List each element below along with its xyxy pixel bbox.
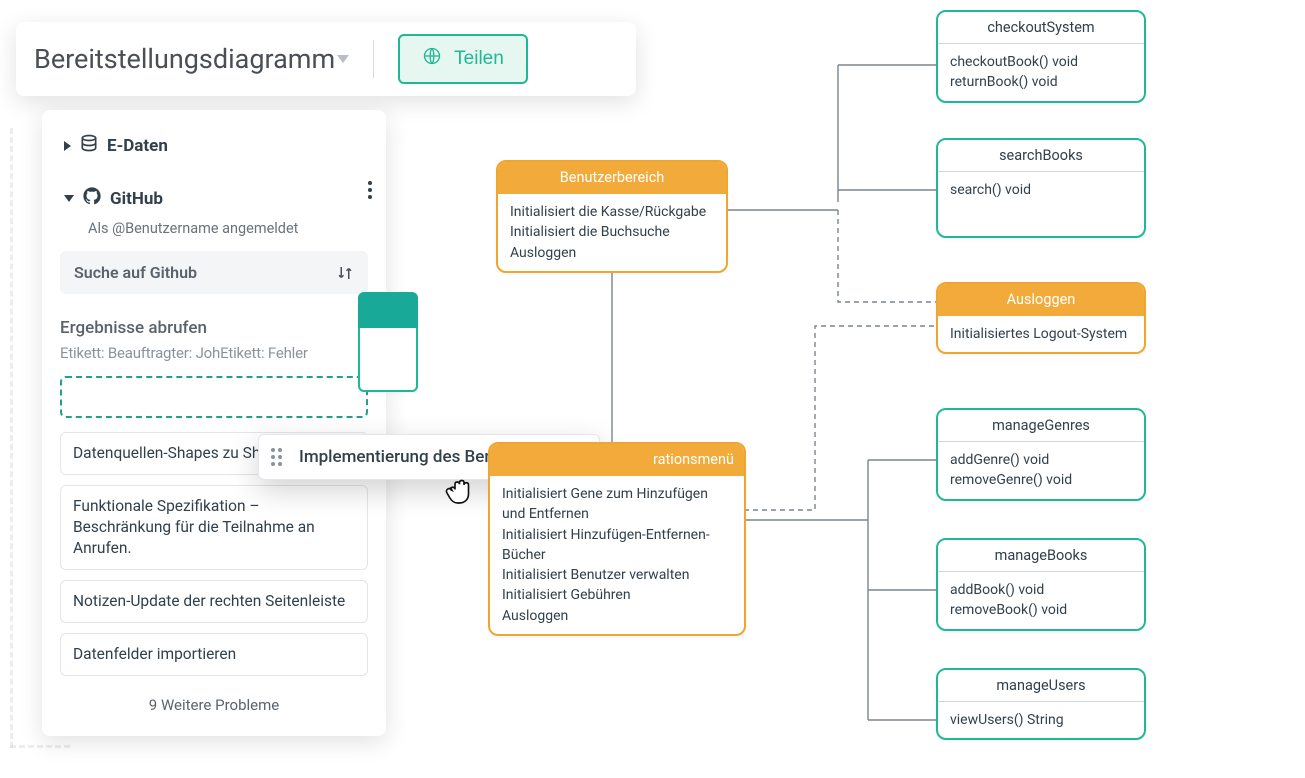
share-button-label: Teilen <box>454 48 504 70</box>
tree-item-github[interactable]: GitHub <box>42 167 368 220</box>
node-body: search() void <box>938 172 1144 208</box>
node-line: Ausloggen <box>502 606 732 626</box>
tree-item-label: GitHub <box>110 189 163 209</box>
diagram-node-teal-body[interactable] <box>358 328 418 392</box>
node-body: addGenre() void removeGenre() void <box>938 442 1144 499</box>
database-icon <box>79 134 99 157</box>
divider <box>373 40 374 78</box>
node-header: checkoutSystem <box>938 12 1144 44</box>
node-line: viewUsers() String <box>950 710 1132 730</box>
diagram-node-managebooks[interactable]: manageBooks addBook() void removeBook() … <box>936 538 1146 631</box>
node-line: addBook() void <box>950 580 1132 600</box>
sort-icon[interactable] <box>336 264 354 282</box>
tree-item-github-row: GitHub Als @Benutzername angemeldet <box>42 167 386 241</box>
node-line: checkoutBook() void <box>950 52 1132 72</box>
decorative-dashed-border <box>0 128 42 748</box>
diagram-node-teal-header[interactable] <box>358 292 418 330</box>
filter-chips-row: Etikett: Beauftragter: JohEtikett: Fehle… <box>42 344 386 376</box>
page-title: Bereitstellungsdiagramm <box>34 43 335 75</box>
diagram-title-dropdown[interactable]: Bereitstellungsdiagramm <box>34 43 349 75</box>
drag-handle-icon[interactable] <box>271 448 282 466</box>
issue-drop-zone[interactable] <box>60 376 368 418</box>
share-button[interactable]: Teilen <box>398 34 528 84</box>
chevron-right-icon <box>64 141 71 151</box>
filter-chips-text: Etikett: Beauftragter: JohEtikett: Fehle… <box>60 344 308 362</box>
github-search-input[interactable]: Suche auf Github <box>60 251 368 294</box>
diagram-node-managegenres[interactable]: manageGenres addGenre() void removeGenre… <box>936 408 1146 501</box>
node-line: Initialisiert Gebühren <box>502 585 732 605</box>
search-placeholder: Suche auf Github <box>74 263 197 282</box>
more-options-button[interactable] <box>368 181 372 199</box>
node-line: Initialisiertes Logout-System <box>950 324 1132 344</box>
diagram-node-searchbooks[interactable]: searchBooks search() void <box>936 138 1146 238</box>
node-body: Initialisiertes Logout-System <box>938 316 1144 352</box>
node-line: Initialisiert Hinzufügen-Entfernen-Büche… <box>502 525 732 566</box>
issue-item[interactable]: Funktionale Spezifikation – Beschränkung… <box>60 485 368 570</box>
node-line: Ausloggen <box>510 243 714 263</box>
node-header: rationsmenü <box>490 444 744 476</box>
diagram-node-checkoutsystem[interactable]: checkoutSystem checkoutBook() void retur… <box>936 10 1146 103</box>
diagram-node-adminmenu[interactable]: rationsmenü Initialisiert Gene zum Hinzu… <box>488 442 746 636</box>
node-line: Initialisiert Gene zum Hinzufügen und En… <box>502 484 732 525</box>
issue-item[interactable]: Notizen-Update der rechten Seitenleiste <box>60 580 368 623</box>
chevron-down-icon <box>337 55 349 63</box>
results-section-label: Ergebnisse abrufen <box>42 308 386 344</box>
sidebar-panel: E-Daten GitHub Als @Benutzername angemel… <box>42 110 386 736</box>
node-line: removeGenre() void <box>950 470 1132 490</box>
node-header: manageGenres <box>938 410 1144 442</box>
node-body: addBook() void removeBook() void <box>938 572 1144 629</box>
node-body: Initialisiert Gene zum Hinzufügen und En… <box>490 476 744 634</box>
node-line: Initialisiert die Buchsuche <box>510 222 714 242</box>
diagram-node-ausloggen[interactable]: Ausloggen Initialisiertes Logout-System <box>936 282 1146 354</box>
diagram-node-manageusers[interactable]: manageUsers viewUsers() String <box>936 668 1146 740</box>
header-card: Bereitstellungsdiagramm Teilen <box>16 22 636 96</box>
github-login-status: Als @Benutzername angemeldet <box>42 220 368 241</box>
tree-item-label: E-Daten <box>107 136 168 156</box>
more-issues-link[interactable]: 9 Weitere Probleme <box>42 686 386 718</box>
node-body: Initialisiert die Kasse/Rückgabe Initial… <box>498 194 726 271</box>
node-header: Ausloggen <box>938 284 1144 316</box>
node-header: manageUsers <box>938 670 1144 702</box>
node-header: manageBooks <box>938 540 1144 572</box>
chevron-down-icon <box>64 195 74 202</box>
node-line: addGenre() void <box>950 450 1132 470</box>
node-line: removeBook() void <box>950 600 1132 620</box>
globe-icon <box>422 46 442 72</box>
tree-item-e-daten[interactable]: E-Daten <box>42 124 386 167</box>
grab-cursor-icon <box>440 470 476 510</box>
node-header: searchBooks <box>938 140 1144 172</box>
github-icon <box>82 187 102 210</box>
node-line: returnBook() void <box>950 72 1132 92</box>
node-header: Benutzerbereich <box>498 162 726 194</box>
node-body: viewUsers() String <box>938 702 1144 738</box>
node-line: search() void <box>950 180 1132 200</box>
diagram-node-benutzerbereich[interactable]: Benutzerbereich Initialisiert die Kasse/… <box>496 160 728 273</box>
node-line: Initialisiert die Kasse/Rückgabe <box>510 202 714 222</box>
issue-item[interactable]: Datenfelder importieren <box>60 633 368 676</box>
node-body: checkoutBook() void returnBook() void <box>938 44 1144 101</box>
node-line: Initialisiert Benutzer verwalten <box>502 565 732 585</box>
